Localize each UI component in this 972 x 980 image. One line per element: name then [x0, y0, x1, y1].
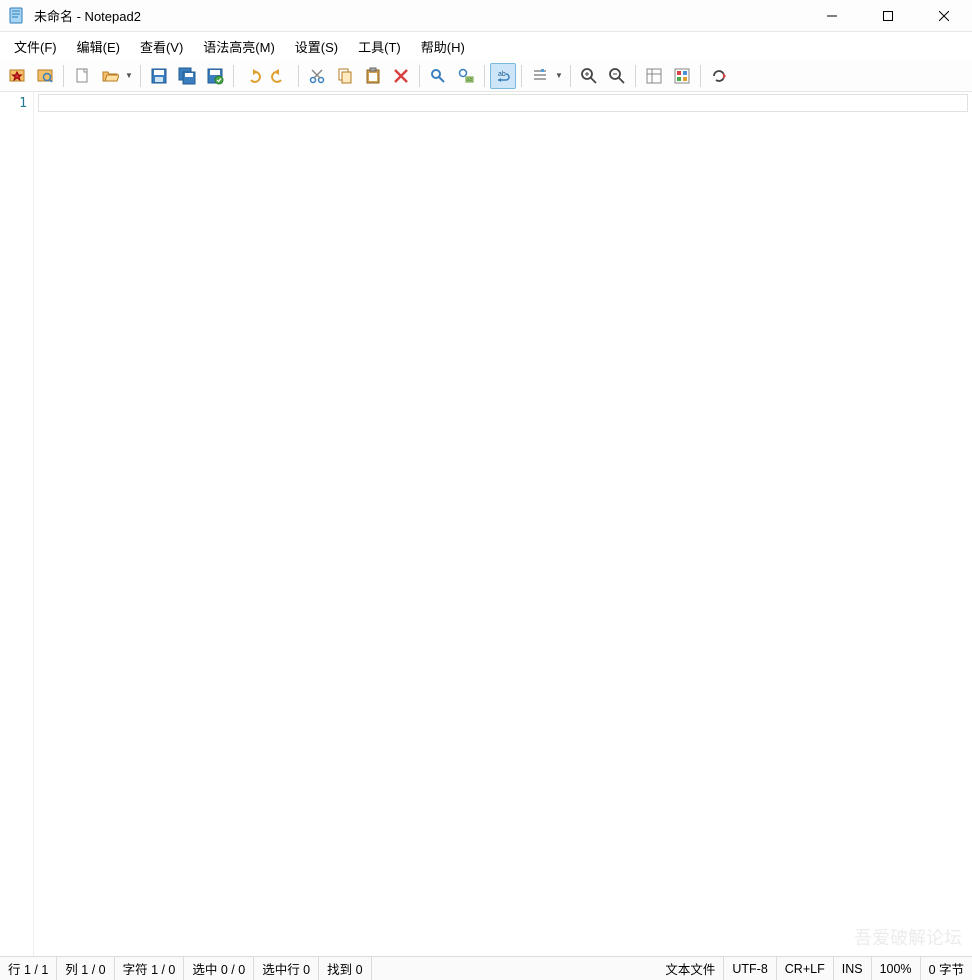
find-button[interactable] [425, 63, 451, 89]
word-wrap-button[interactable]: ab [490, 63, 516, 89]
new-button[interactable] [69, 63, 95, 89]
line-number: 1 [0, 96, 27, 111]
separator [635, 65, 636, 87]
maximize-button[interactable] [860, 0, 916, 32]
menu-view[interactable]: 查看(V) [132, 33, 191, 60]
separator [63, 65, 64, 87]
favorites-manager-button[interactable] [32, 63, 58, 89]
status-size[interactable]: 0 字节 [921, 957, 972, 980]
statusbar: 行 1 / 1 列 1 / 0 字符 1 / 0 选中 0 / 0 选中行 0 … [0, 956, 972, 980]
status-char[interactable]: 字符 1 / 0 [115, 957, 185, 980]
separator [484, 65, 485, 87]
separator [570, 65, 571, 87]
zoom-in-button[interactable] [576, 63, 602, 89]
save-button[interactable] [146, 63, 172, 89]
save-copy-button[interactable] [202, 63, 228, 89]
separator [700, 65, 701, 87]
refresh-button[interactable] [706, 63, 732, 89]
status-line[interactable]: 行 1 / 1 [0, 957, 57, 980]
status-col[interactable]: 列 1 / 0 [57, 957, 114, 980]
separator [298, 65, 299, 87]
text-area[interactable] [34, 92, 972, 956]
window-title: 未命名 - Notepad2 [34, 6, 141, 25]
save-as-button[interactable] [174, 63, 200, 89]
menu-settings[interactable]: 设置(S) [287, 33, 346, 60]
app-icon [6, 5, 28, 27]
copy-button[interactable] [332, 63, 358, 89]
svg-text:ab: ab [498, 71, 506, 78]
menu-tools[interactable]: 工具(T) [350, 33, 409, 60]
zoom-out-button[interactable] [604, 63, 630, 89]
delete-button[interactable] [388, 63, 414, 89]
favorites-button[interactable] [4, 63, 30, 89]
separator [233, 65, 234, 87]
status-found[interactable]: 找到 0 [319, 957, 371, 980]
open-button[interactable] [97, 63, 123, 89]
titlebar: 未命名 - Notepad2 [0, 0, 972, 32]
scheme-config-button[interactable] [641, 63, 667, 89]
status-filetype[interactable]: 文本文件 [657, 957, 724, 980]
open-dropdown[interactable]: ▼ [125, 71, 135, 80]
paste-button[interactable] [360, 63, 386, 89]
status-eol[interactable]: CR+LF [777, 957, 834, 980]
status-zoom[interactable]: 100% [872, 957, 921, 980]
status-sel-line[interactable]: 选中行 0 [254, 957, 319, 980]
separator [419, 65, 420, 87]
window-controls [804, 0, 972, 32]
cut-button[interactable] [304, 63, 330, 89]
menu-edit[interactable]: 编辑(E) [69, 33, 128, 60]
menu-file[interactable]: 文件(F) [6, 33, 65, 60]
menu-syntax[interactable]: 语法高亮(M) [195, 33, 283, 60]
separator [140, 65, 141, 87]
toolbar: ▼ ab ab ▼ [0, 60, 972, 92]
editor: 1 [0, 92, 972, 956]
line-number-gutter: 1 [0, 92, 34, 956]
status-encoding[interactable]: UTF-8 [724, 957, 776, 980]
menubar: 文件(F) 编辑(E) 查看(V) 语法高亮(M) 设置(S) 工具(T) 帮助… [0, 32, 972, 60]
undo-button[interactable] [239, 63, 265, 89]
customize-scheme-button[interactable] [669, 63, 695, 89]
current-line[interactable] [38, 94, 968, 112]
scheme-dropdown[interactable]: ▼ [555, 71, 565, 80]
menu-help[interactable]: 帮助(H) [413, 33, 473, 60]
scheme-button[interactable] [527, 63, 553, 89]
status-sel[interactable]: 选中 0 / 0 [184, 957, 254, 980]
replace-button[interactable]: ab [453, 63, 479, 89]
svg-text:ab: ab [467, 77, 473, 83]
separator [521, 65, 522, 87]
status-mode[interactable]: INS [834, 957, 872, 980]
redo-button[interactable] [267, 63, 293, 89]
minimize-button[interactable] [804, 0, 860, 32]
close-button[interactable] [916, 0, 972, 32]
